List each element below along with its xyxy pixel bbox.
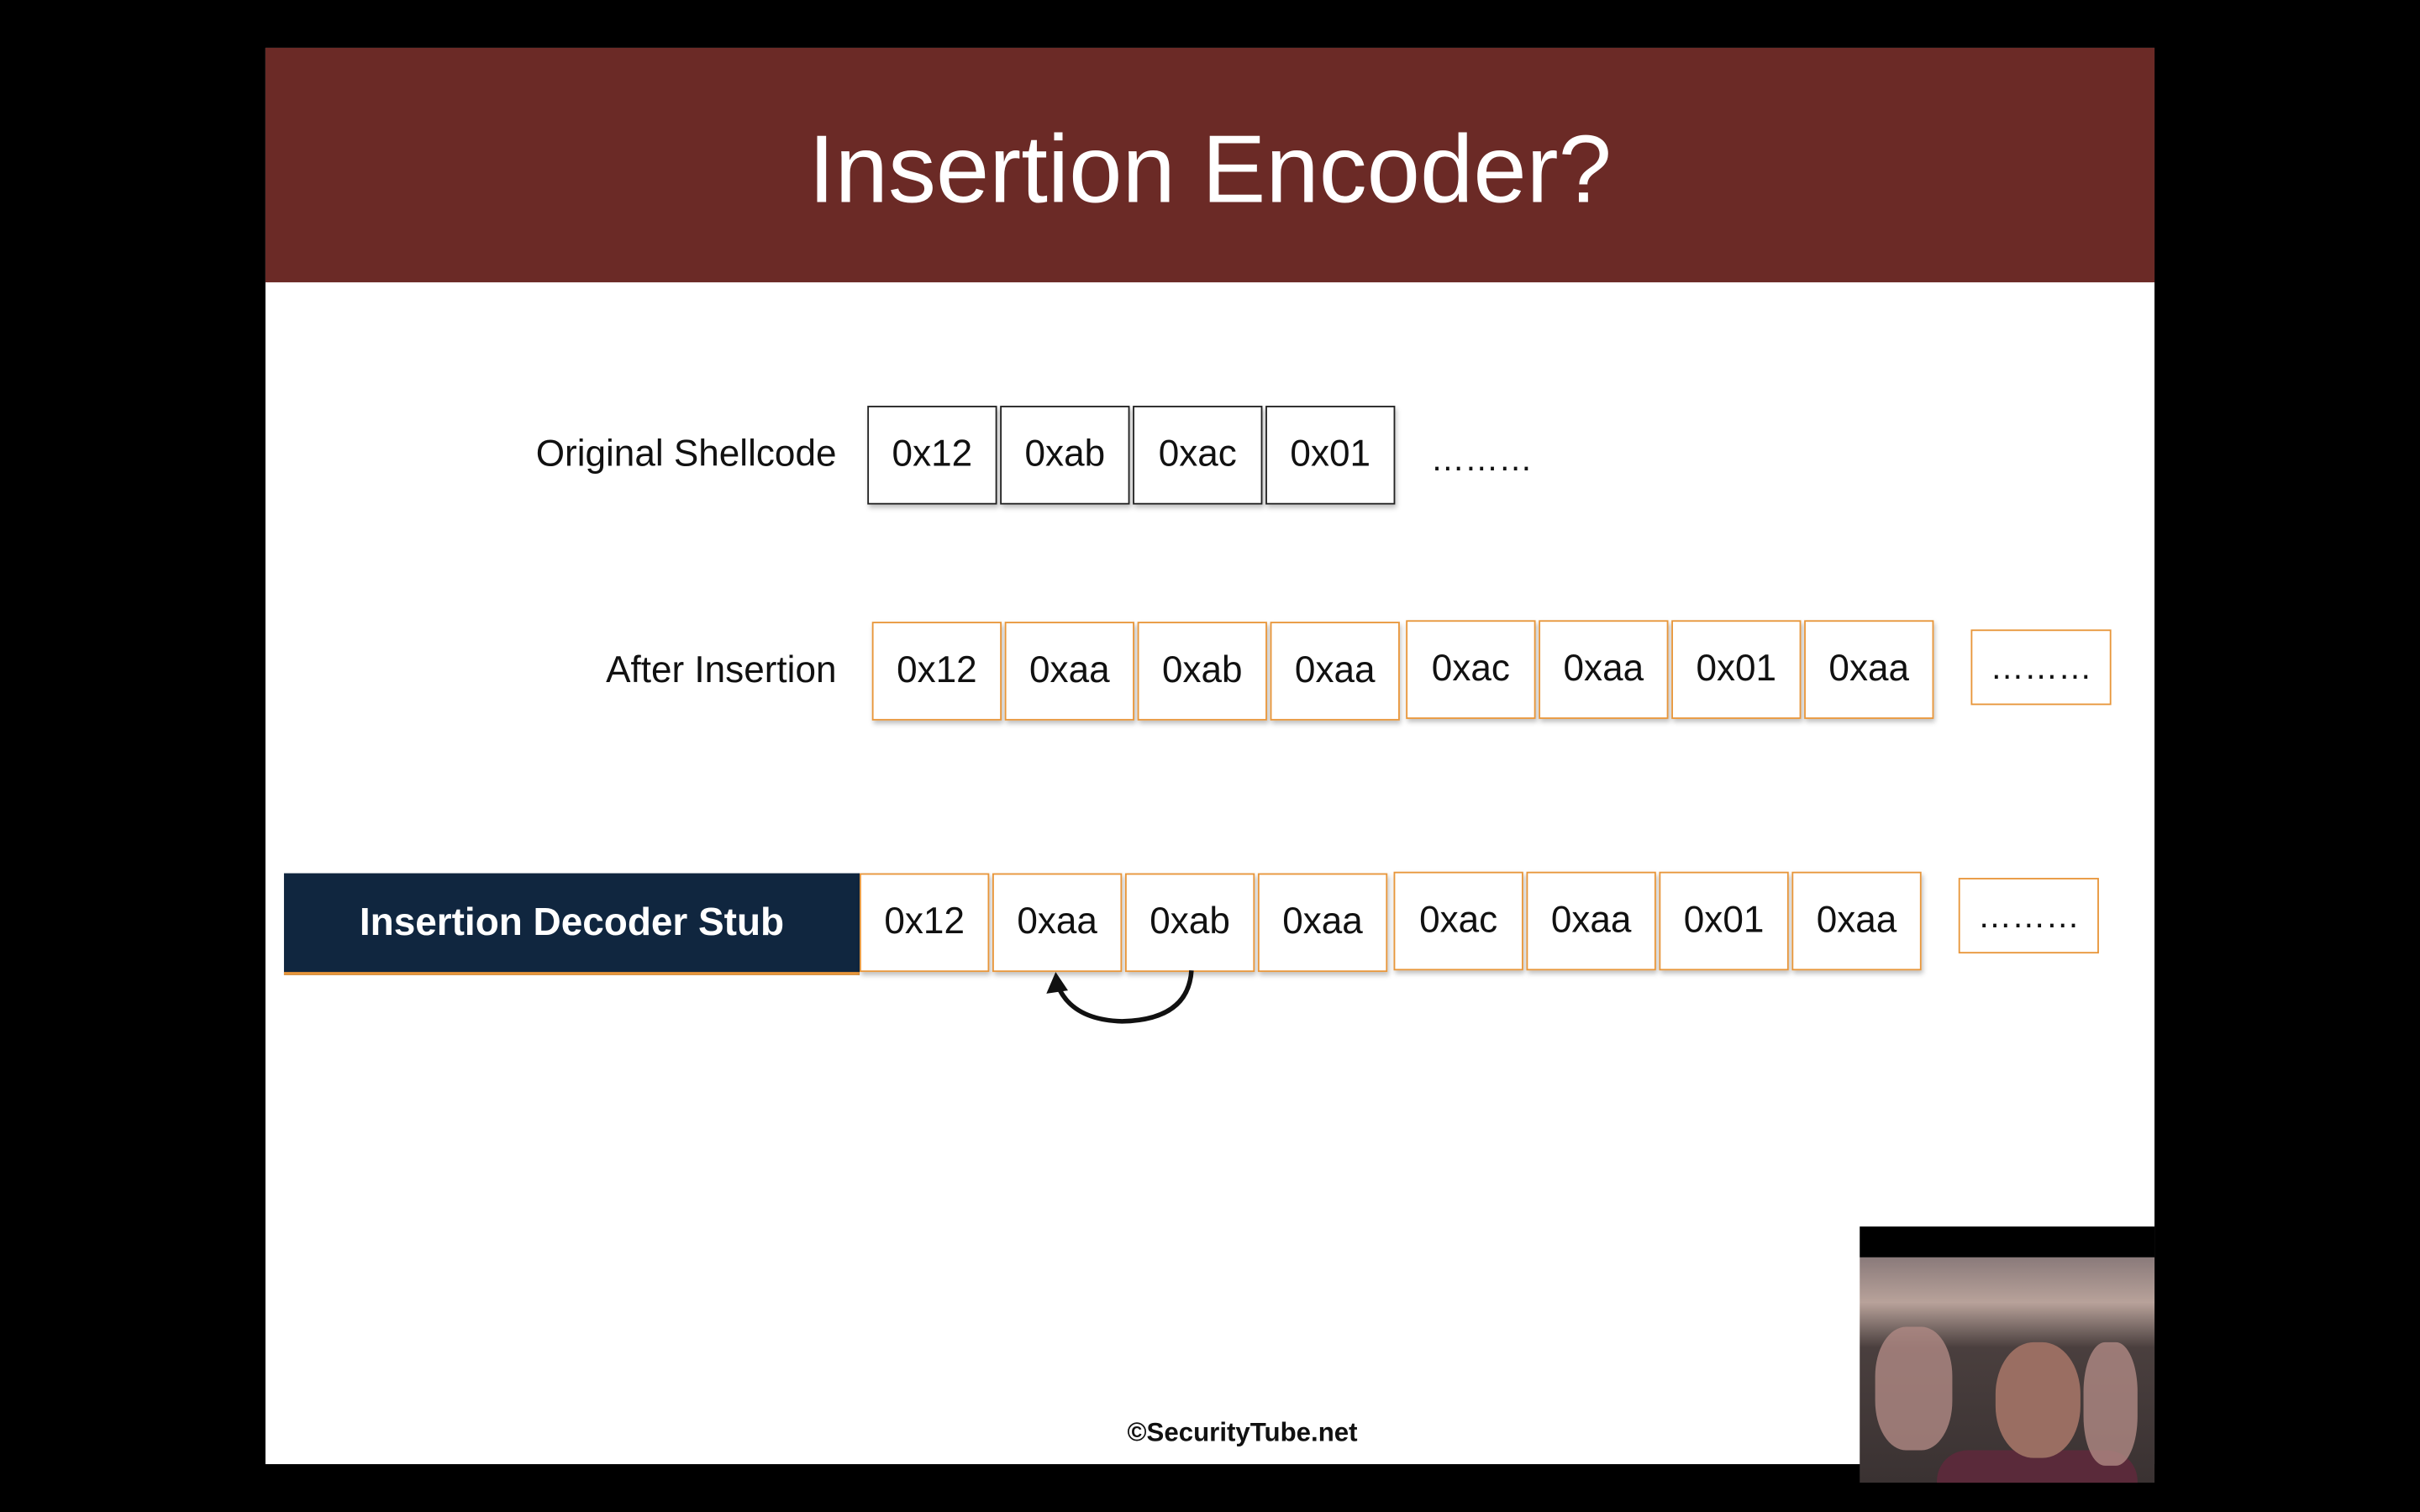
byte-cell: 0x12 xyxy=(871,622,1002,721)
byte-cell: 0xac xyxy=(1406,620,1536,719)
byte-cell: 0xaa xyxy=(992,873,1123,973)
byte-cell: 0xaa xyxy=(1526,871,1656,971)
byte-cell: 0x01 xyxy=(1659,871,1789,971)
webcam-titlebar xyxy=(1860,1226,2155,1257)
byte-cell: 0xab xyxy=(1137,622,1267,721)
presenter-hand xyxy=(2083,1341,2138,1466)
slide-title: Insertion Encoder? xyxy=(808,117,1612,224)
decoder-stub-box: Insertion Decoder Stub xyxy=(283,873,860,975)
byte-cell: 0x01 xyxy=(1265,406,1396,505)
byte-cell: 0xaa xyxy=(1791,871,1922,971)
byte-cell: 0xab xyxy=(1000,406,1130,505)
row-label-after: After Insertion xyxy=(606,649,837,691)
byte-cell: 0x01 xyxy=(1671,620,1802,719)
byte-cell: 0xaa xyxy=(1270,622,1400,721)
byte-cell: 0xab xyxy=(1124,873,1255,973)
video-frame: Insertion Encoder? Original Shellcode 0x… xyxy=(0,0,2420,1512)
presenter-face xyxy=(1995,1341,2081,1458)
byte-cell: 0xaa xyxy=(1804,620,1934,719)
byte-cell: 0xac xyxy=(1133,406,1263,505)
ellipsis-box-after: ……… xyxy=(1970,629,2112,706)
ellipsis-box-decoder: ……… xyxy=(1958,878,2099,954)
byte-cell: 0x12 xyxy=(860,873,990,973)
webcam-overlay xyxy=(1860,1257,2155,1483)
swap-arrow-icon xyxy=(1046,970,1194,1024)
byte-cell: 0x12 xyxy=(867,406,997,505)
presenter-hand xyxy=(1875,1326,1953,1451)
byte-cell: 0xaa xyxy=(1257,873,1388,973)
ellipsis-original: ……… xyxy=(1430,439,1533,479)
row-label-original: Original Shellcode xyxy=(535,433,837,475)
slide-header: Insertion Encoder? xyxy=(265,47,2155,283)
byte-cell: 0xaa xyxy=(1004,622,1134,721)
byte-cell: 0xac xyxy=(1393,871,1523,971)
byte-cell: 0xaa xyxy=(1539,620,1669,719)
